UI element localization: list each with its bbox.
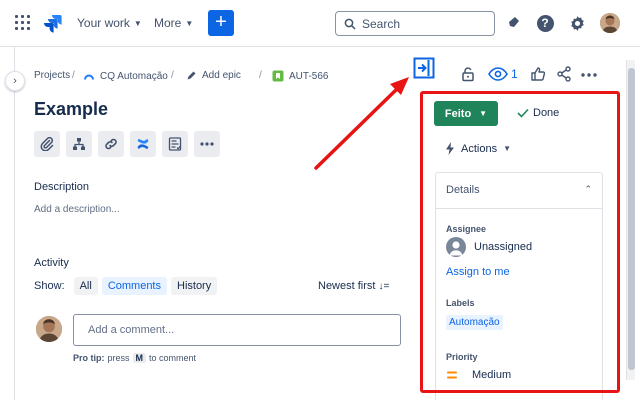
more-label: More [154, 16, 182, 30]
settings-gear-icon[interactable] [567, 13, 587, 33]
sidebar-divider [14, 47, 15, 400]
sort-toggle[interactable]: Newest first ↓= [318, 280, 389, 292]
link-issue-button[interactable] [98, 131, 124, 157]
attach-button[interactable] [34, 131, 60, 157]
highlight-box [420, 91, 620, 393]
ellipsis-icon [200, 142, 214, 146]
more-menu[interactable]: More ▼ [154, 16, 193, 30]
search-icon [344, 18, 356, 30]
issue-toolbar [34, 131, 220, 157]
confluence-button[interactable] [130, 131, 156, 157]
breadcrumb-projects[interactable]: Projects [34, 70, 70, 81]
share-icon[interactable] [556, 66, 572, 82]
protip-press: press [107, 353, 130, 363]
issue-title[interactable]: Example [34, 99, 108, 120]
eye-icon [488, 67, 508, 81]
description-input[interactable]: Add a description... [34, 204, 120, 215]
checklist-button[interactable] [162, 131, 188, 157]
breadcrumb-project-label: CQ Automação [100, 70, 168, 82]
scrollbar-thumb[interactable] [628, 68, 635, 370]
comment-input[interactable]: Add a comment... [73, 314, 401, 346]
search-placeholder: Search [362, 16, 401, 31]
protip-suffix: to comment [149, 353, 197, 363]
commenter-avatar [36, 316, 62, 342]
confluence-icon [137, 138, 149, 150]
sort-descending-icon: ↓= [378, 281, 390, 292]
help-icon[interactable]: ? [535, 13, 555, 33]
protip-key: M [132, 353, 147, 363]
breadcrumb-project[interactable]: CQ Automação [83, 70, 168, 82]
breadcrumb-add-epic[interactable]: Add epic [186, 70, 241, 81]
sort-label: Newest first [318, 280, 376, 292]
notifications-icon[interactable] [503, 13, 523, 33]
protip-prefix: Pro tip: [73, 353, 105, 363]
your-work-menu[interactable]: Your work ▼ [77, 16, 142, 30]
link-icon [105, 138, 117, 150]
sidebar-panel-toggle-icon[interactable] [413, 57, 435, 79]
watch-count: 1 [511, 67, 518, 81]
lock-icon[interactable] [460, 66, 476, 82]
pencil-icon [187, 71, 196, 80]
top-navigation: Your work ▼ More ▼ + Search ? [0, 0, 640, 47]
breadcrumb-issue-key[interactable]: AUT-566 [272, 70, 328, 82]
app-switcher-icon[interactable] [15, 15, 30, 30]
story-icon [272, 70, 284, 82]
activity-filter-bar: Show: All Comments History [34, 277, 218, 295]
create-button[interactable]: + [208, 10, 234, 36]
issue-key-label: AUT-566 [289, 70, 329, 82]
chevron-down-icon: ▼ [133, 18, 142, 28]
search-input[interactable]: Search [335, 11, 495, 36]
filter-history[interactable]: History [171, 277, 218, 295]
project-icon [84, 74, 94, 80]
show-label: Show: [34, 280, 65, 292]
activity-heading: Activity [34, 257, 69, 269]
checklist-icon [168, 137, 182, 151]
watch-button[interactable]: 1 [488, 67, 518, 81]
more-options-icon[interactable] [581, 73, 597, 77]
breadcrumb-separator: / [72, 70, 75, 81]
thumbs-up-icon[interactable] [530, 66, 546, 82]
filter-comments[interactable]: Comments [101, 277, 167, 295]
more-actions-button[interactable] [194, 131, 220, 157]
description-heading: Description [34, 181, 90, 193]
hierarchy-icon [73, 138, 85, 150]
page-scrollbar[interactable] [626, 60, 635, 380]
chevron-down-icon: ▼ [185, 18, 194, 28]
expand-sidebar-button[interactable]: › [5, 71, 25, 91]
filter-all[interactable]: All [73, 277, 98, 295]
your-work-label: Your work [77, 16, 130, 30]
breadcrumb-separator: / [171, 70, 174, 81]
comment-protip: Pro tip: press M to comment [73, 353, 196, 363]
paperclip-icon [40, 137, 54, 151]
user-avatar[interactable] [600, 13, 620, 33]
add-epic-label: Add epic [202, 70, 241, 81]
breadcrumb-separator: / [259, 70, 262, 81]
child-issue-button[interactable] [66, 131, 92, 157]
jira-logo-icon[interactable] [42, 13, 62, 33]
